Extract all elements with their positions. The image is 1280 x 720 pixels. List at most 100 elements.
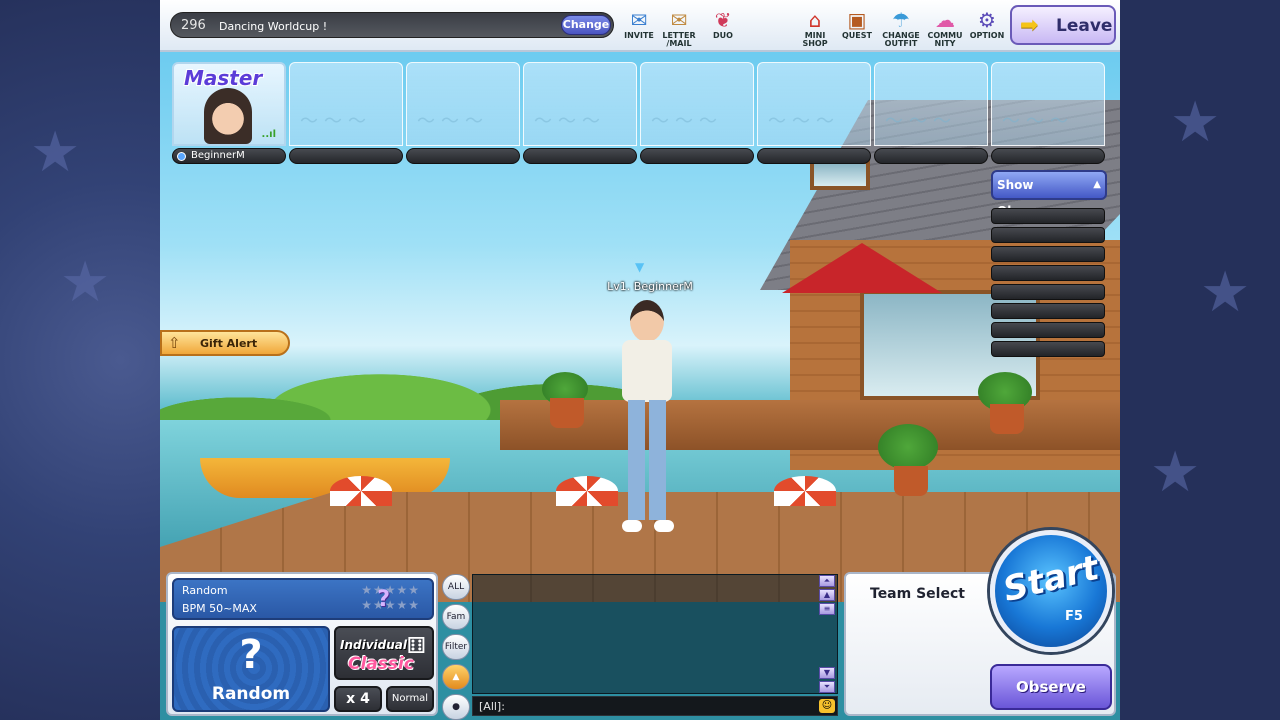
mini-shop-button[interactable]: ⌂ MINI SHOP: [794, 8, 836, 48]
observer-slot[interactable]: [991, 341, 1105, 357]
duo-label: DUO: [713, 31, 733, 40]
song-level-unknown: ?: [377, 587, 390, 612]
chat-input[interactable]: [All]: ☺: [472, 696, 838, 716]
plant-scenery: [878, 424, 938, 470]
song-info-button[interactable]: Random BPM 50~MAX ★★★★★ ★★★★★ ?: [172, 578, 434, 620]
observer-slot[interactable]: [991, 303, 1105, 319]
invite-button[interactable]: ✉ INVITE: [618, 8, 660, 40]
song-panel: Random BPM 50~MAX ★★★★★ ★★★★★ ? ? Random …: [166, 572, 438, 716]
player-name: BeginnerM: [172, 148, 286, 164]
team-panel: Team Select Start F5 Observe: [844, 530, 1116, 716]
observer-list: [991, 208, 1105, 360]
avatar: [204, 88, 252, 144]
lifebuoy-scenery: [556, 476, 618, 506]
player-slots: Master ..ıl BeginnerM 〜〜〜 〜〜〜 〜〜〜 〜〜〜 〜〜…: [172, 62, 1112, 166]
player-slot-3[interactable]: 〜〜〜: [406, 62, 520, 166]
chat-tab-all[interactable]: ALL: [442, 574, 470, 600]
player-slot-5[interactable]: 〜〜〜: [640, 62, 754, 166]
room-title-box: 296 Dancing Worldcup ! Change: [170, 12, 614, 38]
lifebuoy-scenery: [774, 476, 836, 506]
empty-slot-name: [874, 148, 988, 164]
empty-slot-frame: 〜〜〜: [757, 62, 871, 146]
start-button[interactable]: Start F5: [990, 530, 1112, 652]
scroll-thumb[interactable]: ≡: [819, 603, 835, 615]
observer-slot[interactable]: [991, 322, 1105, 338]
difficulty-stars-icon: ★★★★★ ★★★★★: [361, 583, 420, 612]
speed-button[interactable]: x 4: [334, 686, 382, 712]
gift-alert-label: Gift Alert: [200, 337, 258, 350]
player-slot-7[interactable]: 〜〜〜: [874, 62, 988, 166]
mini-shop-label: MINI SHOP: [802, 31, 828, 48]
observer-slot[interactable]: [991, 208, 1105, 224]
start-hotkey: F5: [1065, 609, 1083, 624]
scroll-bottom-button[interactable]: ⏷: [819, 681, 835, 693]
character-head: [630, 300, 664, 342]
gift-icon: ⇧: [168, 334, 181, 352]
wave-icon: 〜〜〜: [417, 111, 489, 132]
player-character[interactable]: [612, 300, 682, 540]
cloud-icon: ☁: [935, 8, 955, 32]
empty-slot-name: [523, 148, 637, 164]
change-room-button[interactable]: Change: [561, 15, 611, 35]
quest-label: QUEST: [842, 31, 872, 40]
signal-icon: ..ıl: [261, 129, 276, 140]
empty-slot-frame: 〜〜〜: [289, 62, 403, 146]
show-observers-button[interactable]: Show Observers ▲: [991, 170, 1107, 218]
empty-slot-name: [640, 148, 754, 164]
player-slot-4[interactable]: 〜〜〜: [523, 62, 637, 166]
letter-icon: ✉: [670, 8, 688, 32]
team-select-label[interactable]: Team Select: [870, 586, 965, 602]
wave-icon: 〜〜〜: [534, 111, 606, 132]
random-song-button[interactable]: ? Random: [172, 626, 330, 712]
empty-slot-frame: 〜〜〜: [874, 62, 988, 146]
player-slot-8[interactable]: 〜〜〜: [991, 62, 1105, 166]
pot-scenery: [550, 398, 584, 428]
player-slot-6[interactable]: 〜〜〜: [757, 62, 871, 166]
observe-button[interactable]: Observe: [990, 664, 1112, 710]
empty-slot-name: [289, 148, 403, 164]
chat-scrollbar[interactable]: ⏶ ▲ ≡ ▼ ⏷: [819, 575, 835, 695]
smiley-icon[interactable]: ☺: [819, 699, 835, 713]
difficulty-button[interactable]: Normal: [386, 686, 434, 712]
gear-icon: ⚙: [978, 8, 996, 32]
chat-warning-button[interactable]: ▲: [442, 664, 470, 690]
arrow-right-icon: ➡: [1020, 13, 1039, 38]
observer-slot[interactable]: [991, 265, 1105, 281]
room-name: Dancing Worldcup !: [219, 20, 328, 33]
wave-icon: 〜〜〜: [1002, 111, 1074, 132]
letter-mail-button[interactable]: ✉ LETTER /MAIL: [658, 8, 700, 48]
community-button[interactable]: ☁ COMMU NITY: [924, 8, 966, 48]
speech-bubble-icon: ●: [452, 702, 460, 712]
warning-icon: ▲: [452, 672, 460, 682]
game-window: ▼ Lv1. BeginnerM 296 Dancing Worldcup ! …: [160, 0, 1120, 720]
pot-scenery: [894, 466, 928, 496]
outfit-icon: ☂: [892, 8, 910, 32]
wave-icon: 〜〜〜: [300, 111, 372, 132]
change-outfit-button[interactable]: ☂ CHANGE OUTFIT: [880, 8, 922, 48]
player-slot-2[interactable]: 〜〜〜: [289, 62, 403, 166]
game-mode-button[interactable]: Individual Classic ⚅: [334, 626, 434, 680]
empty-slot-name: [757, 148, 871, 164]
scroll-up-button[interactable]: ▲: [819, 589, 835, 601]
star-decoration: ★: [30, 120, 81, 185]
character-shoe: [654, 520, 674, 532]
chat-tab-filter[interactable]: Filter: [442, 634, 470, 660]
chat-log[interactable]: ⏶ ▲ ≡ ▼ ⏷: [472, 574, 838, 694]
room-number: 296: [181, 18, 206, 33]
quest-button[interactable]: ▣ QUEST: [836, 8, 878, 40]
scroll-down-button[interactable]: ▼: [819, 667, 835, 679]
envelope-icon: ✉: [630, 8, 648, 32]
observer-slot[interactable]: [991, 227, 1105, 243]
chat-tab-fam[interactable]: Fam: [442, 604, 470, 630]
scroll-top-button[interactable]: ⏶: [819, 575, 835, 587]
community-label: COMMU NITY: [927, 31, 963, 48]
chat-bubble-button[interactable]: ●: [442, 694, 470, 720]
option-button[interactable]: ⚙ OPTION: [966, 8, 1008, 40]
observer-slot[interactable]: [991, 246, 1105, 262]
player-slot-1[interactable]: Master ..ıl BeginnerM: [172, 62, 286, 166]
gift-alert-button[interactable]: ⇧ Gift Alert: [160, 330, 290, 356]
leave-button[interactable]: ➡ Leave: [1010, 5, 1116, 45]
player-name-text: BeginnerM: [191, 150, 245, 161]
duo-button[interactable]: ❦ DUO: [702, 8, 744, 40]
observer-slot[interactable]: [991, 284, 1105, 300]
